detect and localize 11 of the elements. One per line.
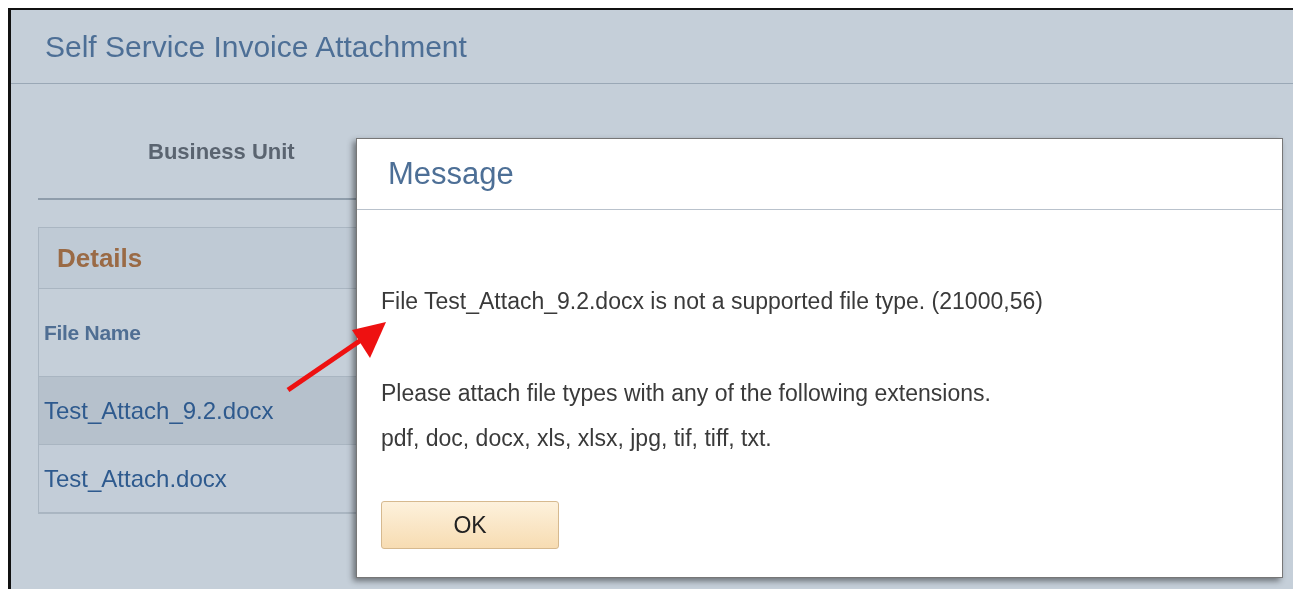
dialog-title: Message [388, 156, 514, 192]
ok-button[interactable]: OK [381, 501, 559, 549]
details-title: Details [57, 242, 143, 274]
page-title: Self Service Invoice Attachment [45, 29, 467, 64]
error-message: File Test_Attach_9.2.docx is not a supported file type. (21000,56) [381, 287, 1044, 316]
message-line: pdf, doc, docx, xls, xlsx, jpg, tif, tiff, txt. [381, 424, 773, 453]
file-link[interactable]: Test_Attach.docx [44, 464, 227, 493]
business-unit-label: Business Unit [148, 139, 295, 165]
file-link[interactable]: Test_Attach_9.2.docx [44, 396, 274, 425]
message-line: Please attach file types with any of the following extensions. [381, 379, 992, 408]
column-header: File Name [44, 320, 141, 345]
